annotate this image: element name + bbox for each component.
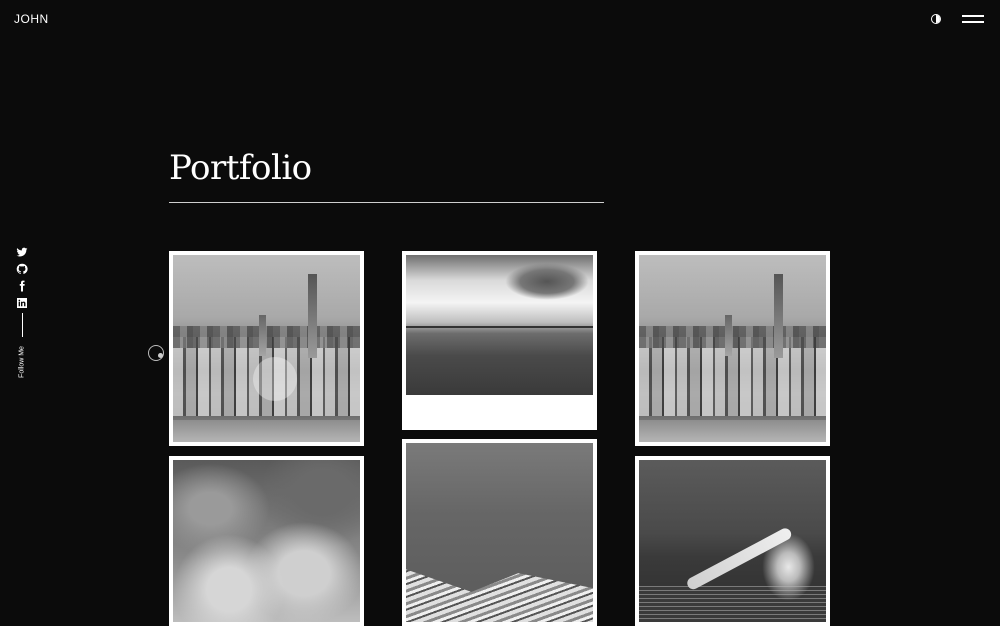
- linkedin-icon[interactable]: [16, 297, 28, 309]
- portfolio-photo-city: [639, 255, 826, 442]
- portfolio-photo-swimmer: [639, 460, 826, 622]
- contrast-icon[interactable]: [931, 14, 941, 24]
- portfolio-item-6[interactable]: [635, 456, 830, 626]
- follow-me-label: Follow Me: [18, 346, 26, 378]
- follow-divider: [22, 313, 23, 337]
- portfolio-photo-seascape: [406, 255, 593, 395]
- github-icon[interactable]: [16, 263, 28, 275]
- cursor-dot: [158, 353, 163, 358]
- portfolio-item-1[interactable]: [169, 251, 364, 446]
- page-title: Portfolio: [169, 148, 312, 188]
- portfolio-item-5[interactable]: [402, 439, 597, 626]
- hamburger-menu-icon[interactable]: [962, 14, 984, 24]
- portfolio-item-2[interactable]: [402, 251, 597, 430]
- portfolio-item-4[interactable]: [169, 456, 364, 626]
- title-divider: [169, 202, 604, 203]
- hover-indicator: [253, 357, 297, 401]
- twitter-icon[interactable]: [16, 246, 28, 258]
- portfolio-photo-city: [173, 255, 360, 442]
- portfolio-photo-flowers: [173, 460, 360, 622]
- facebook-icon[interactable]: [16, 280, 28, 292]
- portfolio-photo-wing: [406, 443, 593, 622]
- social-links: [16, 246, 30, 314]
- site-logo[interactable]: JOHN: [14, 12, 49, 26]
- portfolio-item-3[interactable]: [635, 251, 830, 446]
